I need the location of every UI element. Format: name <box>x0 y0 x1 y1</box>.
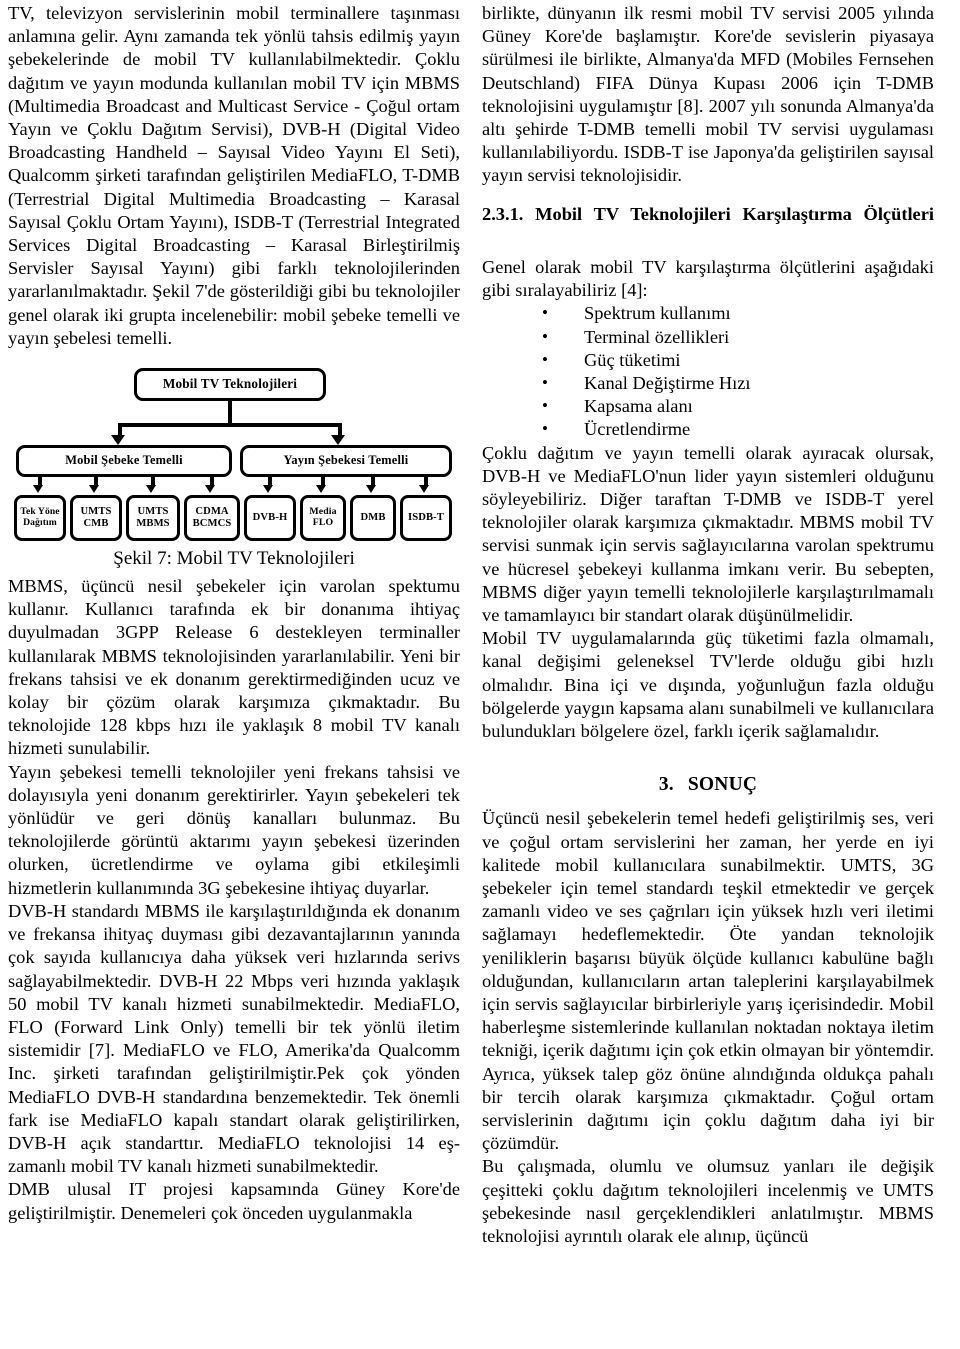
diagram-node-branch-mobile: Mobil Şebeke Temelli <box>16 445 232 478</box>
diagram-leaf-tek-yone-dagitim: Tek Yöne Dağıtım <box>14 495 66 542</box>
paragraph-mbms: MBMS, üçüncü nesil şebekeler için varola… <box>8 576 460 759</box>
diagram-leaf-label: DVB-H <box>252 512 288 524</box>
list-item: Kanal Değiştirme Hızı <box>542 371 934 395</box>
diagram-node-branch-mobile-label: Mobil Şebeke Temelli <box>65 453 183 468</box>
diagram-node-root-label: Mobil TV Teknolojileri <box>162 376 298 392</box>
paragraph-korea-germany: birlikte, dünyanın ilk resmi mobil TV se… <box>482 3 934 186</box>
list-item: Güç tüketimi <box>542 348 934 372</box>
diagram-node-branch-broadcast-label: Yayın Şebekesi Temelli <box>283 453 409 468</box>
diagram-leaf-dvb-h: DVB-H <box>244 495 296 542</box>
figure-diagram: Mobil TV Teknolojileri Mobil Şebeke Teme… <box>8 364 460 542</box>
diagram-leaf-isdb-t: ISDB-T <box>400 495 452 542</box>
arrow-leaf-7 <box>419 485 429 494</box>
diagram-leaf-label: UMTS CMB <box>80 506 112 530</box>
connector-root-bus <box>118 423 342 428</box>
arrow-leaf-2 <box>146 485 156 494</box>
arrow-leaf-3 <box>205 485 215 494</box>
conclusion-heading: 3. SONUÇ <box>482 773 934 797</box>
list-item: Spektrum kullanımı <box>542 301 934 325</box>
list-item: Ücretlendirme <box>542 417 934 441</box>
diagram-leaf-dmb: DMB <box>350 495 396 542</box>
right-column: birlikte, dünyanın ilk resmi mobil TV se… <box>482 2 934 1349</box>
paragraph-conclusion-2: Bu çalışmada, olumlu ve olumsuz yanları … <box>482 1156 934 1246</box>
figure-7: Mobil TV Teknolojileri Mobil Şebeke Teme… <box>8 364 460 571</box>
diagram-leaf-media-flo: Media FLO <box>300 495 346 542</box>
paragraph-dmb: DMB ulusal IT projesi kapsamında Güney K… <box>8 1179 460 1223</box>
paragraph-dvbh-mediaflo: DVB-H standardı MBMS ile karşılaştırıldı… <box>8 900 460 1177</box>
arrow-leaf-4 <box>263 485 273 494</box>
paragraph-intro: TV, televizyon servislerinin mobil termi… <box>8 3 460 348</box>
section-heading-2-3-1: 2.3.1. Mobil TV Teknolojileri Karşılaştı… <box>482 203 934 224</box>
arrow-to-mobile-branch <box>111 435 125 446</box>
paragraph-power-coverage: Mobil TV uygulamalarında güç tüketimi fa… <box>482 628 934 742</box>
diagram-leaf-label: DMB <box>360 512 386 524</box>
document-page: TV, televizyon servislerinin mobil termi… <box>0 0 960 1349</box>
figure-caption: Şekil 7: Mobil TV Teknolojileri <box>113 548 355 570</box>
conclusion-title: SONUÇ <box>687 774 758 796</box>
list-item: Kapsama alanı <box>542 394 934 418</box>
diagram-leaf-label: Media FLO <box>309 506 337 529</box>
diagram-leaf-umts-cmb: UMTS CMB <box>70 495 122 542</box>
paragraph-conclusion-1: Üçüncü nesil şebekelerin temel hedefi ge… <box>482 808 934 1154</box>
conclusion-number: 3. <box>658 774 674 796</box>
diagram-node-branch-broadcast: Yayın Şebekesi Temelli <box>240 445 452 478</box>
criteria-list: Spektrum kullanımı Terminal özellikleri … <box>482 301 934 441</box>
arrow-to-broadcast-branch <box>331 435 345 446</box>
list-item: Terminal özellikleri <box>542 325 934 349</box>
arrow-leaf-0 <box>33 485 43 494</box>
diagram-leaf-umts-mbms: UMTS MBMS <box>126 495 180 542</box>
diagram-leaf-label: UMTS MBMS <box>136 506 170 530</box>
paragraph-criteria-intro: Genel olarak mobil TV karşılaştırma ölçü… <box>482 257 934 301</box>
diagram-leaf-cdma-bcmcs: CDMA BCMCS <box>184 495 240 542</box>
paragraph-broadcast-networks: Yayın şebekesi temelli teknolojiler yeni… <box>8 761 460 898</box>
arrow-leaf-1 <box>89 485 99 494</box>
connector-root-stem <box>228 401 232 426</box>
arrow-leaf-6 <box>366 485 376 494</box>
diagram-leaf-label: ISDB-T <box>408 512 444 524</box>
diagram-leaf-label: CDMA BCMCS <box>192 506 232 530</box>
arrow-leaf-5 <box>316 485 326 494</box>
diagram-node-root: Mobil TV Teknolojileri <box>134 368 326 402</box>
paragraph-comparison: Çoklu dağıtım ve yayın temelli olarak ay… <box>482 442 934 626</box>
left-column: TV, televizyon servislerinin mobil termi… <box>8 2 460 1349</box>
diagram-leaf-label: Tek Yöne Dağıtım <box>20 506 60 529</box>
